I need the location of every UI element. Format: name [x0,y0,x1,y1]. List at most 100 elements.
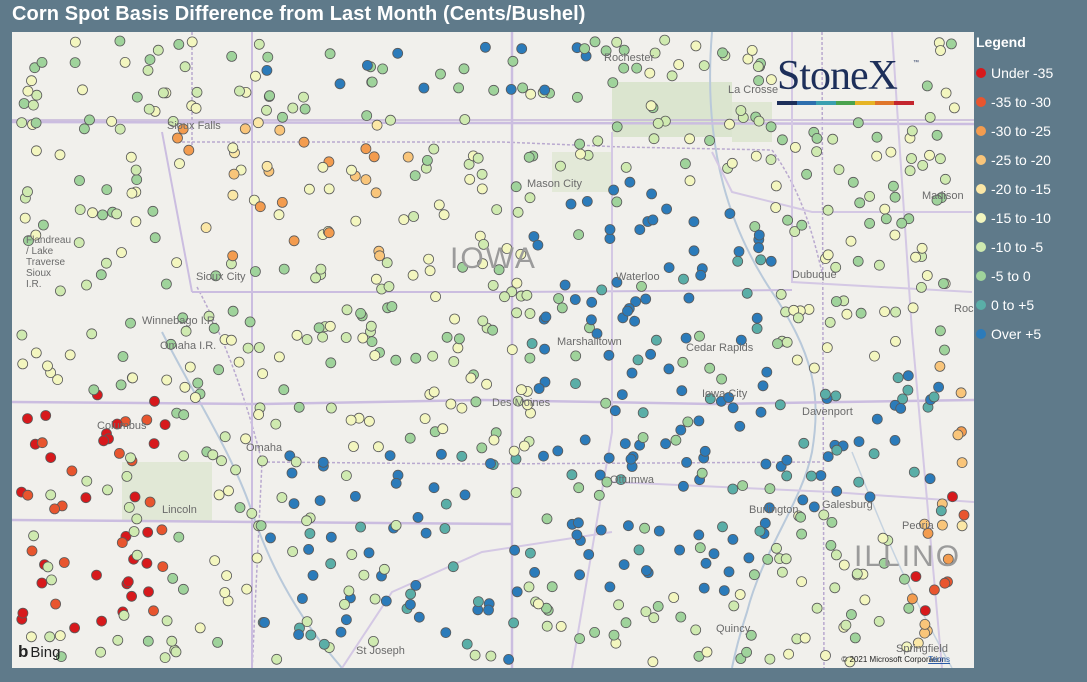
basis-marker[interactable] [565,198,577,210]
basis-marker[interactable] [244,316,256,328]
basis-marker[interactable] [152,44,164,56]
basis-marker[interactable] [653,525,665,537]
basis-marker[interactable] [346,164,357,176]
basis-marker[interactable] [142,65,154,76]
basis-marker[interactable] [246,507,258,519]
basis-marker[interactable] [849,632,861,644]
basis-marker[interactable] [574,569,585,581]
basis-marker[interactable] [437,423,449,435]
basis-marker[interactable] [611,196,623,208]
basis-marker[interactable] [892,372,904,384]
basis-marker[interactable] [54,630,66,641]
basis-marker[interactable] [946,38,957,50]
basis-marker[interactable] [383,281,395,292]
basis-marker[interactable] [270,418,282,430]
basis-marker[interactable] [611,121,623,133]
basis-marker[interactable] [290,456,302,468]
basis-marker[interactable] [291,329,303,341]
basis-marker[interactable] [889,434,901,446]
basis-marker[interactable] [634,224,646,236]
basis-marker[interactable] [525,547,536,559]
basis-marker[interactable] [301,334,313,345]
basis-marker[interactable] [340,470,352,482]
basis-marker[interactable] [54,149,66,161]
basis-marker[interactable] [36,577,48,589]
basis-marker[interactable] [121,470,133,482]
basis-marker[interactable] [717,521,728,533]
basis-marker[interactable] [147,205,159,217]
basis-marker[interactable] [772,338,783,350]
basis-marker[interactable] [216,455,227,467]
basis-marker[interactable] [508,445,520,457]
basis-marker[interactable] [234,502,246,513]
basis-marker[interactable] [348,441,359,452]
basis-marker[interactable] [106,116,117,127]
basis-marker[interactable] [111,208,123,220]
basis-marker[interactable] [579,43,590,55]
basis-marker[interactable] [102,484,113,496]
basis-marker[interactable] [448,356,460,367]
basis-marker[interactable] [579,434,591,446]
basis-marker[interactable] [829,582,841,594]
basis-marker[interactable] [770,180,782,192]
basis-marker[interactable] [724,118,735,130]
basis-marker[interactable] [589,627,600,638]
legend-item[interactable]: Over +5 [976,319,1084,348]
basis-marker[interactable] [512,206,524,218]
basis-marker[interactable] [230,464,242,476]
basis-marker[interactable] [718,585,730,596]
basis-marker[interactable] [798,437,810,449]
basis-marker[interactable] [343,585,355,597]
basis-marker[interactable] [693,415,705,427]
basis-marker[interactable] [847,176,859,188]
basis-marker[interactable] [910,251,921,263]
basis-marker[interactable] [521,289,533,301]
basis-marker[interactable] [906,125,918,137]
basis-marker[interactable] [660,438,671,450]
basis-marker[interactable] [586,296,598,308]
basis-marker[interactable] [58,557,70,568]
basis-marker[interactable] [287,102,299,114]
basis-marker[interactable] [440,498,452,510]
basis-marker[interactable] [184,361,196,373]
basis-marker[interactable] [46,574,57,586]
basis-marker[interactable] [254,201,266,213]
basis-marker[interactable] [935,153,946,165]
basis-marker[interactable] [487,324,499,336]
basis-marker[interactable] [239,123,251,135]
basis-marker[interactable] [271,653,283,665]
basis-marker[interactable] [179,381,191,393]
basis-marker[interactable] [253,409,265,420]
basis-marker[interactable] [651,334,662,346]
basis-marker[interactable] [616,389,628,401]
basis-marker[interactable] [917,159,929,171]
basis-marker[interactable] [458,63,470,75]
basis-marker[interactable] [690,40,702,52]
basis-marker[interactable] [262,51,274,63]
basis-marker[interactable] [820,388,831,400]
basis-marker[interactable] [573,229,584,241]
basis-marker[interactable] [737,480,748,492]
basis-marker[interactable] [69,57,81,69]
basis-marker[interactable] [808,501,820,513]
basis-marker[interactable] [143,586,154,598]
basis-marker[interactable] [644,67,656,79]
basis-marker[interactable] [26,545,38,557]
basis-marker[interactable] [166,635,178,647]
basis-marker[interactable] [310,272,322,284]
basis-marker[interactable] [349,490,361,502]
basis-marker[interactable] [323,183,335,195]
basis-marker[interactable] [924,473,936,485]
basis-marker[interactable] [811,602,823,614]
basis-marker[interactable] [751,323,763,334]
basis-marker[interactable] [98,435,109,447]
basis-marker[interactable] [149,232,161,244]
basis-marker[interactable] [481,378,493,390]
basis-marker[interactable] [366,336,378,348]
basis-marker[interactable] [511,586,523,598]
basis-marker[interactable] [539,343,550,355]
basis-marker[interactable] [790,142,801,153]
basis-marker[interactable] [125,151,137,163]
basis-marker[interactable] [390,477,402,489]
basis-marker[interactable] [369,593,381,605]
